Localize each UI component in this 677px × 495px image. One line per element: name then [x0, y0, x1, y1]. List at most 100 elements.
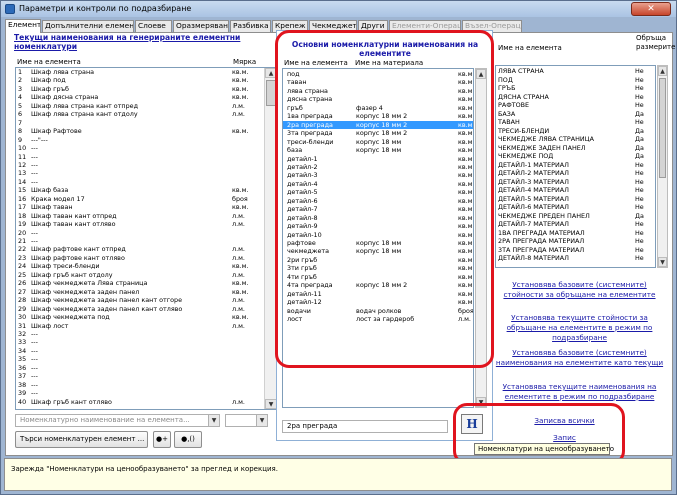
list-item[interactable]: 22 Шкаф рафтове кант отпред л.м. [16, 245, 276, 253]
right-list-scrollbar[interactable]: ▲ ▼ [657, 65, 668, 268]
list-item[interactable]: ДЕТАЙЛ-8 МАТЕРИАЛ Не [496, 254, 655, 262]
list-item[interactable]: ЛЯВА СТРАНА Не [496, 67, 655, 75]
unit-combo[interactable]: ▼ [225, 414, 268, 427]
list-item[interactable]: 1ВА ПРЕГРАДА МАТЕРИАЛ Не [496, 229, 655, 237]
list-item[interactable]: 4 Шкаф дясна страна кв.м. [16, 93, 276, 101]
list-item[interactable]: ЧЕКМЕДЖЕ ЛЯВА СТРАНИЦА Да [496, 135, 655, 143]
tab-2[interactable]: Допълнителни елементи [42, 20, 134, 32]
list-item[interactable]: 26 Шкаф чекмеджета Лява страница кв.м. [16, 279, 276, 287]
list-item[interactable]: 19 Шкаф таван кант отляво л.м. [16, 220, 276, 228]
left-col-unit-header: Мярка [233, 58, 257, 66]
add-element-button[interactable]: ●+ [153, 431, 171, 448]
list-item[interactable]: 24 Шкаф треси-бленди кв.м. [16, 262, 276, 270]
link-base-flip-values[interactable]: Установява базовите (системните) стойнос… [492, 280, 667, 300]
list-item[interactable]: ЧЕКМЕДЖЕ ПОД Да [496, 152, 655, 160]
list-item[interactable]: 20 --- [16, 229, 276, 237]
link-current-flip-values[interactable]: Установява текущите стойности за обръщан… [492, 313, 667, 343]
list-item[interactable]: ПОД Не [496, 76, 655, 84]
scroll-down-icon[interactable]: ▼ [658, 257, 667, 267]
list-item[interactable]: 17 Шкаф таван кв.м. [16, 203, 276, 211]
scroll-up-icon[interactable]: ▲ [658, 66, 667, 76]
list-item[interactable]: 5 Шкаф лява страна кант отпред л.м. [16, 102, 276, 110]
list-item[interactable]: 8 Шкаф Рафтове кв.м. [16, 127, 276, 135]
nomenclature-combo[interactable]: Номенклатурно наименование на елемента..… [15, 414, 220, 427]
list-item[interactable]: 38 --- [16, 381, 276, 389]
list-item[interactable]: 27 Шкаф чекмеджета заден панел кв.м. [16, 288, 276, 296]
row-name: Шкаф чекмеджета заден панел кант отгоре [31, 296, 182, 305]
list-item[interactable]: ДЕТАЙЛ-4 МАТЕРИАЛ Не [496, 186, 655, 194]
list-item[interactable]: 14 --- [16, 178, 276, 186]
tab-1[interactable]: Елементи [5, 19, 41, 33]
scroll-thumb[interactable] [659, 78, 666, 178]
list-item[interactable]: 1 Шкаф лява страна кв.м. [16, 68, 276, 76]
list-item[interactable]: 34 --- [16, 347, 276, 355]
list-item[interactable]: 3 Шкаф гръб кв.м. [16, 85, 276, 93]
row-name: --- [31, 372, 38, 381]
list-item[interactable]: 2 Шкаф под кв.м. [16, 76, 276, 84]
list-item[interactable]: 18 Шкаф таван кант отпред л.м. [16, 212, 276, 220]
list-item[interactable]: 33 --- [16, 338, 276, 346]
tab-4[interactable]: Оразмеряване [173, 20, 229, 32]
close-icon: ✕ [647, 4, 655, 14]
row-name: Шкаф гръб кант отляво [31, 397, 112, 406]
list-item[interactable]: 25 Шкаф гръб кант отдолу л.м. [16, 271, 276, 279]
row-name: Шкаф таван кант отпред [31, 211, 117, 220]
list-item[interactable]: 31 Шкаф лост л.м. [16, 322, 276, 330]
link-current-names-default[interactable]: Установява текущите наименования на елем… [492, 382, 667, 402]
list-item[interactable]: ДЕТАЙЛ-3 МАТЕРИАЛ Не [496, 178, 655, 186]
list-item[interactable]: 13 --- [16, 169, 276, 177]
list-item[interactable]: 32 --- [16, 330, 276, 338]
list-item[interactable]: ДЯСНА СТРАНА Не [496, 93, 655, 101]
list-item[interactable]: 2РА ПРЕГРАДА МАТЕРИАЛ Не [496, 237, 655, 245]
list-item[interactable]: 3ТА ПРЕГРАДА МАТЕРИАЛ Не [496, 246, 655, 254]
list-item[interactable]: ДЕТАЙЛ-1 МАТЕРИАЛ Не [496, 161, 655, 169]
list-item[interactable]: 12 --- [16, 161, 276, 169]
list-item[interactable]: 39 --- [16, 389, 276, 397]
list-item[interactable]: 21 --- [16, 237, 276, 245]
middle-current-value-field[interactable]: 2ра преграда [282, 420, 448, 433]
list-item[interactable]: 11 --- [16, 153, 276, 161]
tab-5[interactable]: Разбивка [230, 20, 271, 32]
list-item[interactable]: 40 Шкаф гръб кант отляво л.м. [16, 398, 276, 406]
list-item[interactable]: 37 --- [16, 372, 276, 380]
list-item[interactable]: ДЕТАЙЛ-7 МАТЕРИАЛ Не [496, 220, 655, 228]
list-item[interactable]: ЧЕКМЕДЖЕ ПРЕДЕН ПАНЕЛ Да [496, 212, 655, 220]
list-item[interactable]: 30 Шкаф чекмеджета под кв.м. [16, 313, 276, 321]
list-item[interactable]: ДЕТАЙЛ-5 МАТЕРИАЛ Не [496, 195, 655, 203]
chevron-down-icon[interactable]: ▼ [256, 415, 267, 426]
list-item[interactable]: ТРЕСИ-БЛЕНДИ Да [496, 127, 655, 135]
chevron-down-icon[interactable]: ▼ [208, 415, 219, 426]
list-item[interactable]: 16 Крака модел 17 броя [16, 195, 276, 203]
right-flip-list[interactable]: ЛЯВА СТРАНА Не ПОД Не ГРЪБ Не ДЯСНА СТРАНА Не РА… [495, 65, 656, 268]
list-item[interactable]: 35 --- [16, 355, 276, 363]
list-item[interactable]: 28 Шкаф чекмеджета заден панел кант отгор… [16, 296, 276, 304]
list-item[interactable]: 15 Шкаф база кв.м. [16, 186, 276, 194]
list-item[interactable]: ЧЕКМЕДЖЕ ЗАДЕН ПАНЕЛ Да [496, 144, 655, 152]
list-item[interactable]: ДЕТАЙЛ-6 МАТЕРИАЛ Не [496, 203, 655, 211]
status-bar: Зарежда "Номенклатури на ценообразуванет… [4, 458, 672, 491]
add-multiple-button[interactable]: ●,() [174, 431, 202, 448]
row-name: Шкаф база [31, 186, 69, 195]
list-item[interactable]: ТАВАН Не [496, 118, 655, 126]
list-item[interactable]: 7 [16, 119, 276, 127]
list-item[interactable]: 29 Шкаф чекмеджета заден панел кант отляв… [16, 305, 276, 313]
list-item[interactable]: 23 Шкаф рафтове кант отляво л.м. [16, 254, 276, 262]
search-nomenclature-button[interactable]: Търси номенклатурен елемент ... [15, 431, 148, 448]
left-element-list[interactable]: ▲ ▼ 1 Шкаф лява страна кв.м. 2 Шкаф под кв.м.… [15, 67, 277, 410]
list-item[interactable]: 6 Шкаф лява страна кант отдолу л.м. [16, 110, 276, 118]
close-button[interactable]: ✕ [631, 2, 671, 16]
list-item[interactable]: БАЗА Да [496, 110, 655, 118]
row-name: Шкаф лява страна кант отдолу [31, 110, 138, 119]
list-item[interactable]: 36 --- [16, 364, 276, 372]
row-name: ДЯСНА СТРАНА [498, 92, 549, 101]
list-item[interactable]: ГРЪБ Не [496, 84, 655, 92]
title-bar[interactable]: Параметри и контроли по подразбиране ✕ [1, 1, 676, 17]
list-item[interactable]: ДЕТАЙЛ-2 МАТЕРИАЛ Не [496, 169, 655, 177]
tab-3[interactable]: Слоеве [135, 20, 172, 32]
list-item[interactable]: 9 ---"--- [16, 136, 276, 144]
row-name: Шкаф рафтове кант отляво [31, 253, 125, 262]
link-base-names-current[interactable]: Установява базовите (системните) наимено… [492, 348, 667, 368]
list-item[interactable]: 10 --- [16, 144, 276, 152]
row-unit: кв.м. [232, 93, 249, 102]
list-item[interactable]: РАФТОВЕ Не [496, 101, 655, 109]
